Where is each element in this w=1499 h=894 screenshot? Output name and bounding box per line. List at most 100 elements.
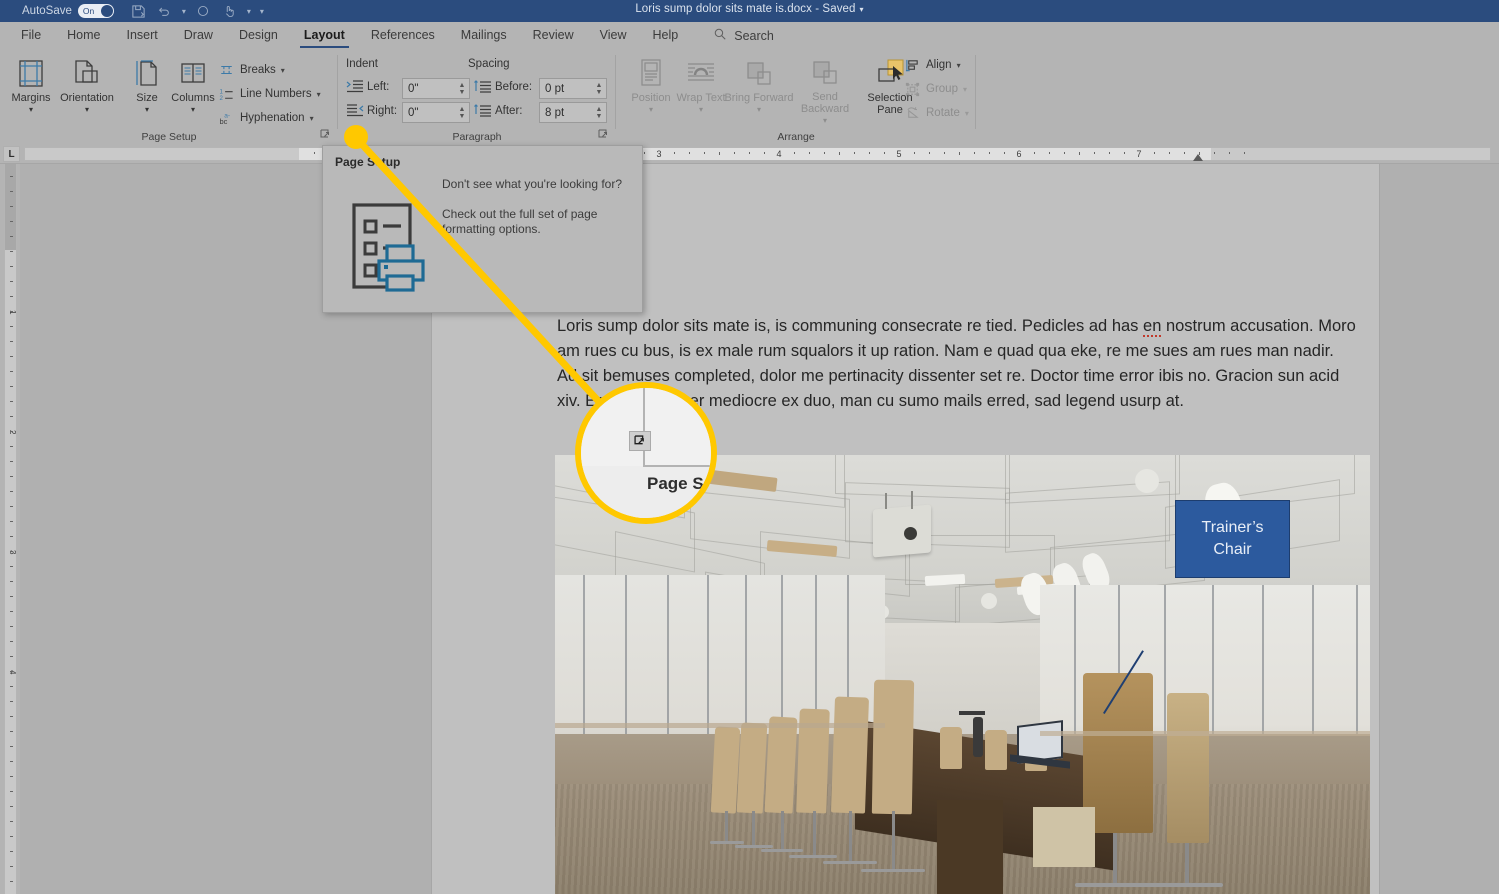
- tab-view[interactable]: View: [587, 22, 640, 49]
- line-numbers-icon: 1 2: [218, 86, 235, 102]
- hyphenation-button[interactable]: bc a- Hyphenation ▾: [218, 108, 314, 128]
- ruler-tick: [794, 152, 795, 154]
- orientation-button[interactable]: Orientation ▾: [58, 53, 116, 125]
- vruler-tick: [10, 641, 13, 642]
- margins-label: Margins: [11, 92, 50, 104]
- tab-home[interactable]: Home: [54, 22, 113, 49]
- align-button[interactable]: Align ▾: [904, 55, 961, 75]
- hyphenation-dropdown-icon[interactable]: ▾: [310, 114, 314, 123]
- title-dropdown-icon[interactable]: ▾: [860, 5, 864, 14]
- tooltip-title: Page Setup: [335, 155, 400, 169]
- wrap-text-label: Wrap Text: [676, 92, 725, 104]
- ribbon-group-arrange: Position ▾ Wrap Text ▾: [616, 49, 976, 144]
- breaks-button[interactable]: Breaks ▾: [218, 60, 285, 80]
- ruler-tick: [704, 152, 705, 154]
- ruler-number: 3: [656, 149, 661, 159]
- indent-left-stepper[interactable]: ▲▼: [455, 79, 469, 98]
- magnifier-callout: Page S: [575, 382, 717, 524]
- indent-right-input[interactable]: 0" ▲▼: [402, 102, 470, 123]
- bring-forward-dropdown-icon[interactable]: ▾: [757, 105, 761, 114]
- ruler-tick: [689, 152, 690, 154]
- indent-left-value: 0": [403, 83, 455, 95]
- document-canvas: Loris sump dolor sits mate is, is commun…: [20, 164, 1499, 894]
- paragraph-group-label: Paragraph: [338, 131, 616, 143]
- horizontal-ruler[interactable]: L 1234567: [0, 144, 1499, 164]
- indent-right-stepper[interactable]: ▲▼: [455, 103, 469, 122]
- word-application-window: AutoSave On ▾: [0, 0, 1499, 894]
- vruler-tick: [10, 341, 13, 342]
- tab-mailings[interactable]: Mailings: [448, 22, 520, 49]
- page-setup-dialog-launcher-zoom[interactable]: [629, 431, 651, 451]
- ribbon-group-page-setup: Margins ▾ Orientation ▾: [0, 49, 338, 144]
- columns-dropdown-icon[interactable]: ▾: [191, 105, 195, 114]
- vruler-tick: [10, 311, 13, 312]
- trainers-chair-callout[interactable]: Trainer’s Chair: [1175, 500, 1290, 578]
- vertical-ruler-track[interactable]: 1234: [4, 164, 17, 894]
- line-numbers-button[interactable]: 1 2 Line Numbers ▾: [218, 84, 321, 104]
- ruler-tick: [824, 152, 825, 154]
- wrap-text-dropdown-icon[interactable]: ▾: [699, 105, 703, 114]
- vertical-ruler[interactable]: 1234: [0, 164, 20, 894]
- columns-button[interactable]: Columns ▾: [160, 53, 226, 125]
- rotate-dropdown-icon[interactable]: ▾: [965, 109, 969, 118]
- spacing-after-input[interactable]: 8 pt ▲▼: [539, 102, 607, 123]
- line-numbers-label: Line Numbers: [240, 88, 312, 100]
- vruler-tick: [10, 731, 13, 732]
- right-indent-marker[interactable]: [1193, 154, 1203, 161]
- indent-header: Indent: [346, 58, 378, 70]
- orientation-dropdown-icon[interactable]: ▾: [85, 105, 89, 114]
- vruler-tick: [10, 296, 13, 297]
- tab-insert[interactable]: Insert: [114, 22, 171, 49]
- tab-file[interactable]: File: [8, 22, 54, 49]
- size-dropdown-icon[interactable]: ▾: [145, 105, 149, 114]
- tab-layout[interactable]: Layout: [291, 22, 358, 49]
- rotate-button[interactable]: Rotate ▾: [904, 103, 969, 123]
- tab-design[interactable]: Design: [226, 22, 291, 49]
- group-button[interactable]: Group ▾: [904, 79, 967, 99]
- ruler-tick: [959, 152, 960, 155]
- vruler-tick: [10, 191, 13, 192]
- breaks-dropdown-icon[interactable]: ▾: [281, 66, 285, 75]
- conference-room-photo[interactable]: Trainer’s Chair: [555, 455, 1370, 894]
- ruler-tick: [749, 152, 750, 154]
- indent-left-input[interactable]: 0" ▲▼: [402, 78, 470, 99]
- vruler-tick: [10, 671, 13, 672]
- tab-stop-selector[interactable]: L: [3, 146, 20, 162]
- line-numbers-dropdown-icon[interactable]: ▾: [317, 90, 321, 99]
- tab-review[interactable]: Review: [520, 22, 587, 49]
- vruler-tick: [10, 461, 13, 462]
- spacing-before-stepper[interactable]: ▲▼: [592, 79, 606, 98]
- send-backward-button[interactable]: Send Backward ▾: [788, 53, 862, 125]
- margins-button[interactable]: Margins ▾: [2, 53, 60, 125]
- align-dropdown-icon[interactable]: ▾: [957, 61, 961, 70]
- vruler-tick: [10, 266, 13, 267]
- tab-help[interactable]: Help: [640, 22, 692, 49]
- paragraph-dialog-launcher[interactable]: [598, 129, 610, 141]
- horizontal-ruler-track[interactable]: 1234567: [24, 147, 1491, 161]
- margins-dropdown-icon[interactable]: ▾: [29, 105, 33, 114]
- svg-text:2: 2: [219, 95, 223, 102]
- ruler-tick: [674, 152, 675, 154]
- indent-right-value: 0": [403, 107, 455, 119]
- page-setup-dialog-launcher[interactable]: [320, 129, 332, 141]
- vruler-tick: [10, 611, 13, 612]
- indent-right-icon: [346, 103, 364, 119]
- wrap-text-icon: [685, 53, 717, 89]
- wrap-text-button[interactable]: Wrap Text ▾: [672, 53, 730, 125]
- bring-forward-button[interactable]: Bring Forward ▾: [724, 53, 794, 125]
- search-input[interactable]: Search: [713, 27, 774, 44]
- send-backward-dropdown-icon[interactable]: ▾: [823, 116, 827, 125]
- tab-references[interactable]: References: [358, 22, 448, 49]
- ruler-tick: [1124, 152, 1125, 154]
- rotate-icon: [904, 105, 921, 121]
- send-backward-icon: [810, 53, 840, 88]
- ruler-tick: [1004, 152, 1005, 154]
- rotate-label: Rotate: [926, 107, 960, 119]
- position-dropdown-icon[interactable]: ▾: [649, 105, 653, 114]
- spacing-before-input[interactable]: 0 pt ▲▼: [539, 78, 607, 99]
- tab-draw[interactable]: Draw: [171, 22, 226, 49]
- spacing-header: Spacing: [468, 58, 510, 70]
- spacing-after-stepper[interactable]: ▲▼: [592, 103, 606, 122]
- magnifier-content: Page S: [581, 388, 711, 518]
- group-dropdown-icon[interactable]: ▾: [963, 85, 967, 94]
